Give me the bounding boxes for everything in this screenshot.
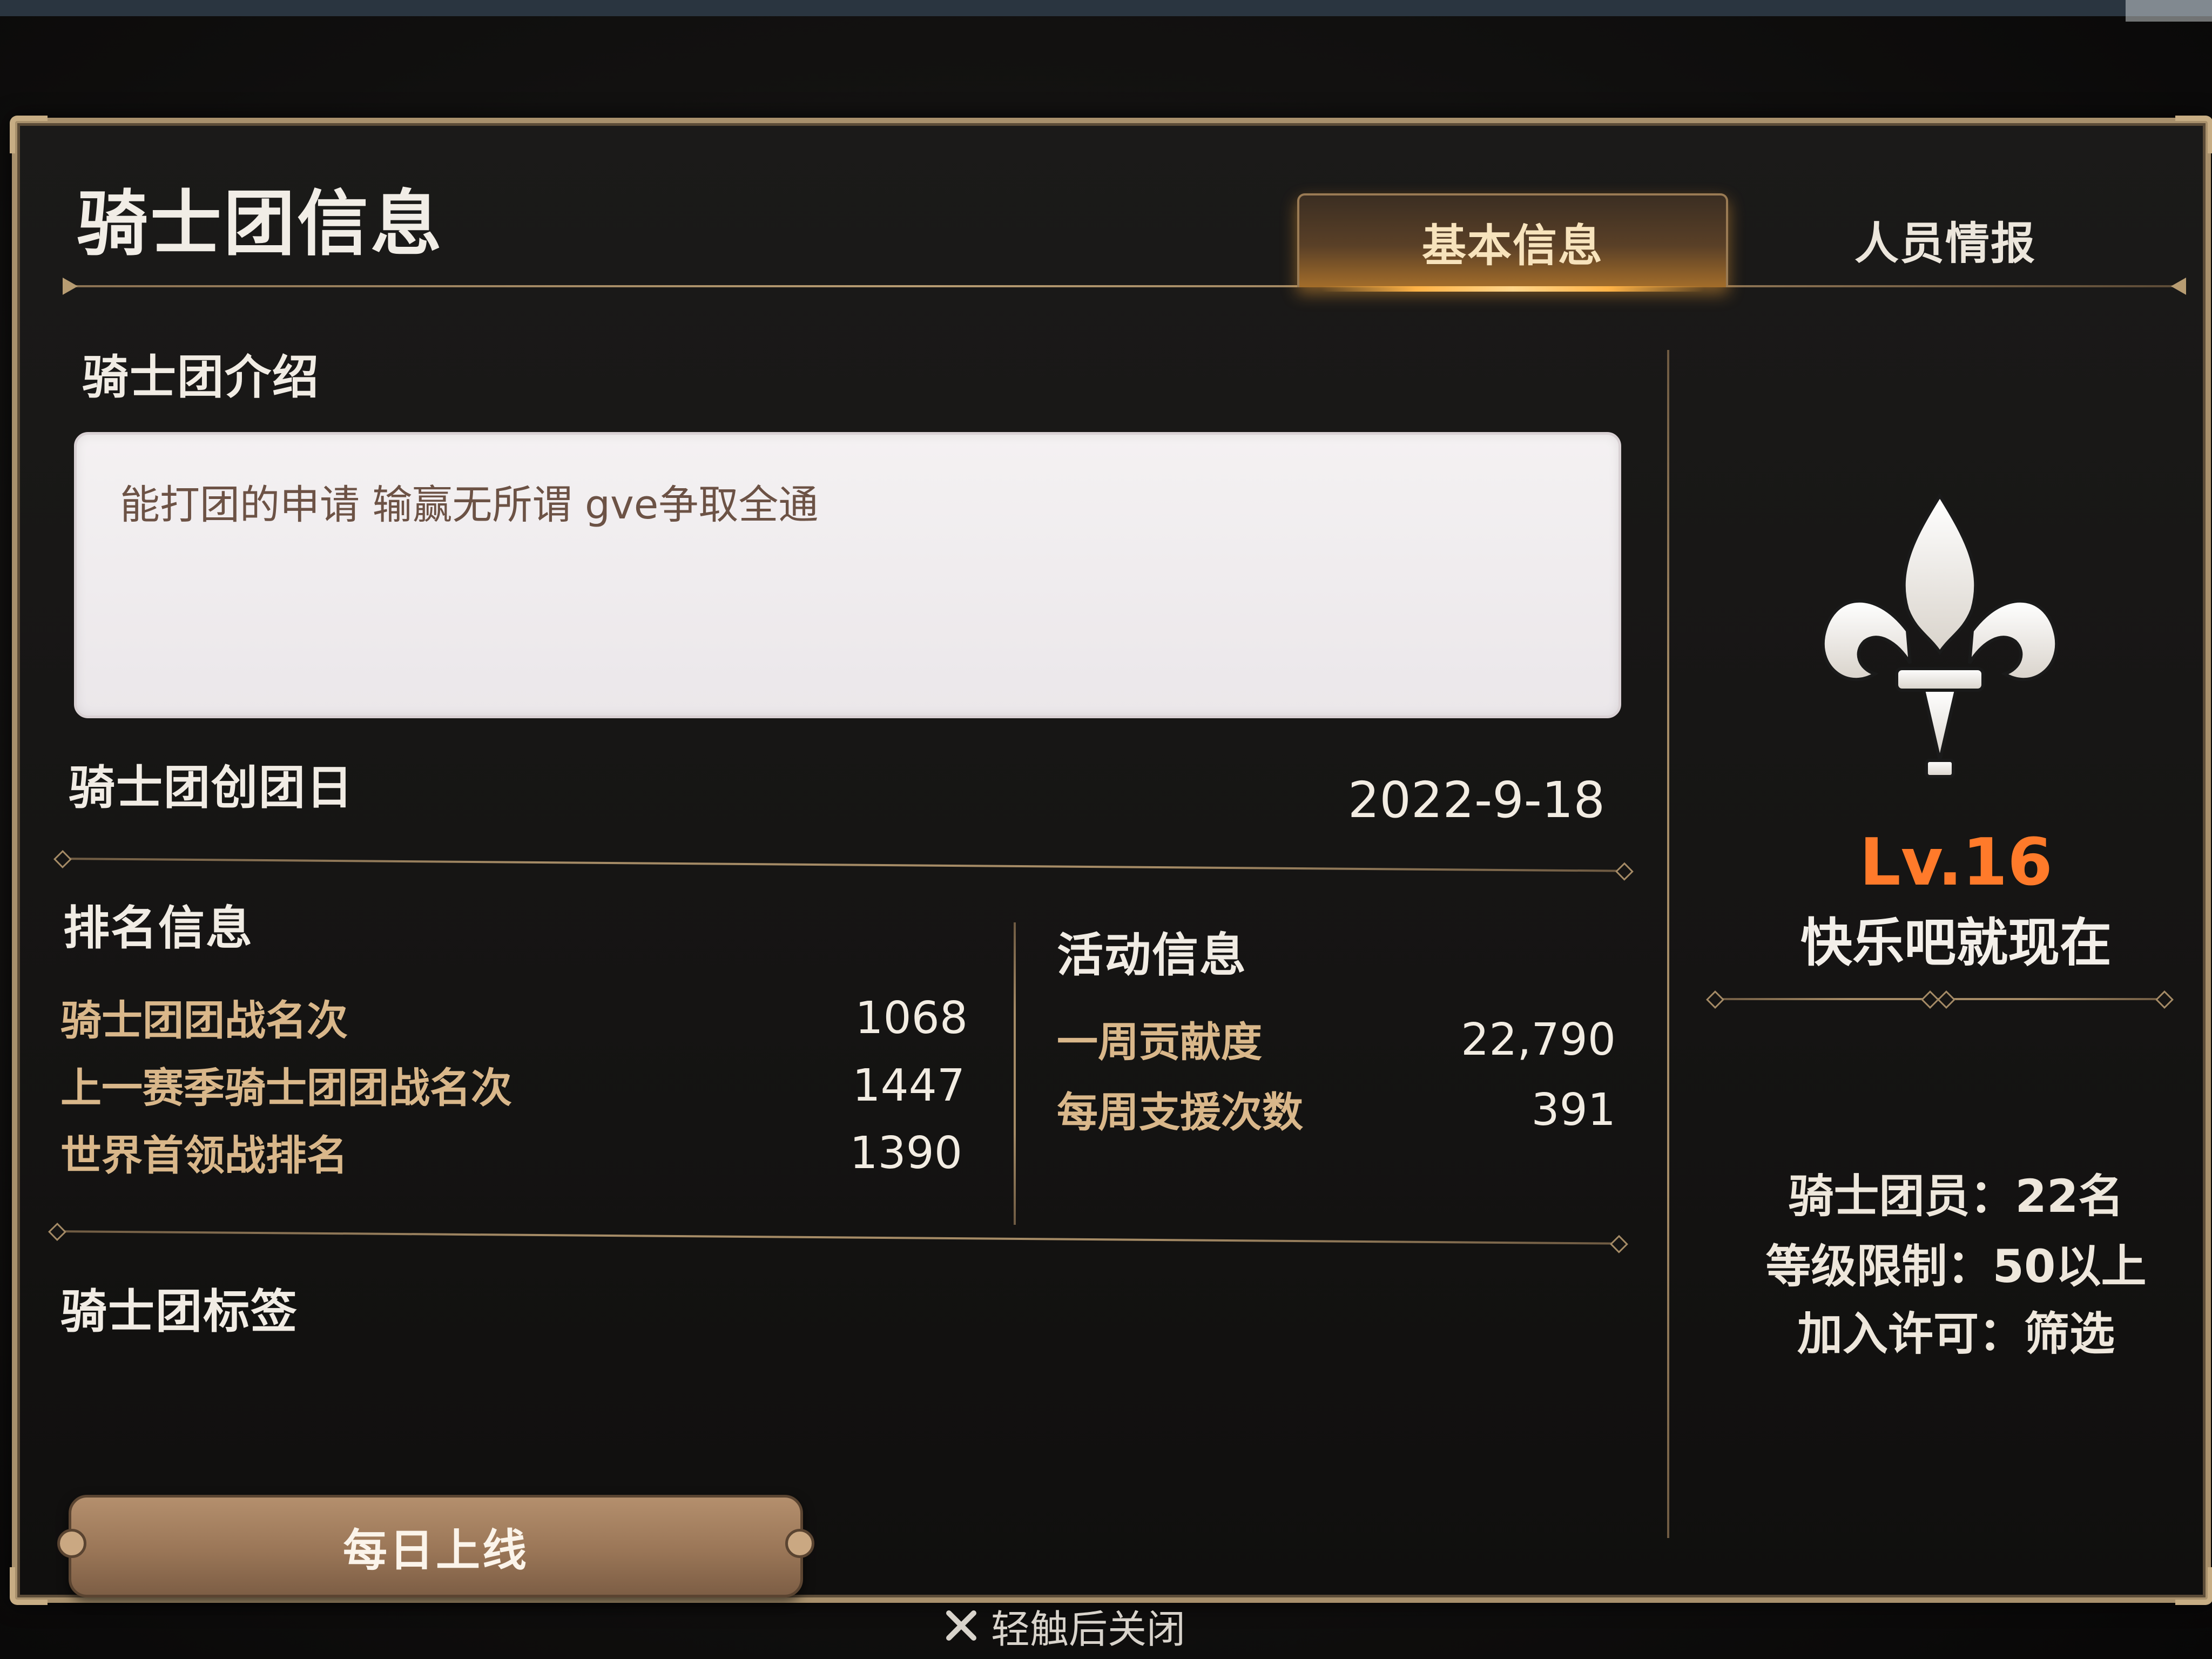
founded-date: 2022-9-18	[1347, 771, 1605, 829]
section-divider	[53, 850, 1634, 881]
join-permission: 加入许可：筛选	[1797, 1307, 2115, 1360]
activity-heading: 活动信息	[1057, 928, 1247, 982]
section-divider	[48, 1223, 1628, 1253]
close-hint[interactable]: 轻触后关闭	[896, 1596, 1231, 1655]
column-divider	[1014, 922, 1016, 1225]
tab-basic-info[interactable]: 基本信息	[1297, 193, 1728, 292]
intro-text-box: 能打团的申请 输赢无所谓 gve争取全通	[74, 432, 1621, 718]
close-hint-label: 轻触后关闭	[990, 1606, 1185, 1652]
member-count: 骑士团员：22名	[1788, 1170, 2124, 1223]
panel-corner-ornament	[10, 1567, 48, 1605]
guild-tag: 每日上线	[57, 1495, 814, 1597]
panel-corner-ornament	[2175, 1567, 2212, 1605]
intro-text: 能打团的申请 输赢无所谓 gve争取全通	[120, 482, 819, 528]
fleur-de-lis-icon	[1821, 493, 2059, 778]
title-divider	[63, 278, 2186, 295]
ranking-row-value: 1447	[852, 1060, 965, 1111]
tag-knob	[785, 1529, 814, 1558]
intro-heading: 骑士团介绍	[82, 350, 320, 404]
ranking-row-label: 骑士团团战名次	[60, 996, 348, 1044]
activity-row-value: 391	[1531, 1084, 1616, 1136]
level-limit: 等级限制：50以上	[1765, 1240, 2147, 1293]
ranking-row-value: 1068	[855, 993, 968, 1044]
ranking-row-label: 上一赛季骑士团团战名次	[60, 1064, 512, 1112]
guild-name: 快乐吧就现在	[1800, 913, 2112, 973]
tags-heading: 骑士团标签	[60, 1285, 298, 1339]
screen-top-edge	[0, 0, 2212, 16]
panel-corner-ornament	[2175, 116, 2212, 153]
right-divider	[1706, 990, 2174, 1009]
ranking-row-value: 1390	[849, 1128, 962, 1179]
founded-label: 骑士团创团日	[69, 761, 354, 815]
panel-corner-ornament	[10, 116, 48, 153]
tab-member-info[interactable]: 人员情报	[1762, 193, 2129, 285]
page-title: 骑士团信息	[77, 183, 444, 266]
stage: 骑士团信息 基本信息 人员情报 骑士团介绍 能打团的申请 输赢无所谓 gve争取…	[0, 0, 2212, 1659]
activity-row-label: 一周贡献度	[1057, 1018, 1262, 1066]
activity-row-value: 22,790	[1461, 1014, 1616, 1065]
ranking-row-label: 世界首领战排名	[60, 1131, 348, 1179]
close-icon	[946, 1610, 976, 1641]
guild-tag-label: 每日上线	[342, 1525, 529, 1576]
right-column-divider	[1667, 350, 1669, 1538]
tag-knob	[57, 1529, 86, 1558]
screen-corner-reflection	[2126, 0, 2212, 22]
guild-info-panel: 骑士团信息 基本信息 人员情报 骑士团介绍 能打团的申请 输赢无所谓 gve争取…	[10, 116, 2212, 1605]
ranking-heading: 排名信息	[63, 901, 253, 955]
activity-row-label: 每周支援次数	[1057, 1088, 1303, 1136]
guild-level: Lv.16	[1859, 825, 2053, 900]
